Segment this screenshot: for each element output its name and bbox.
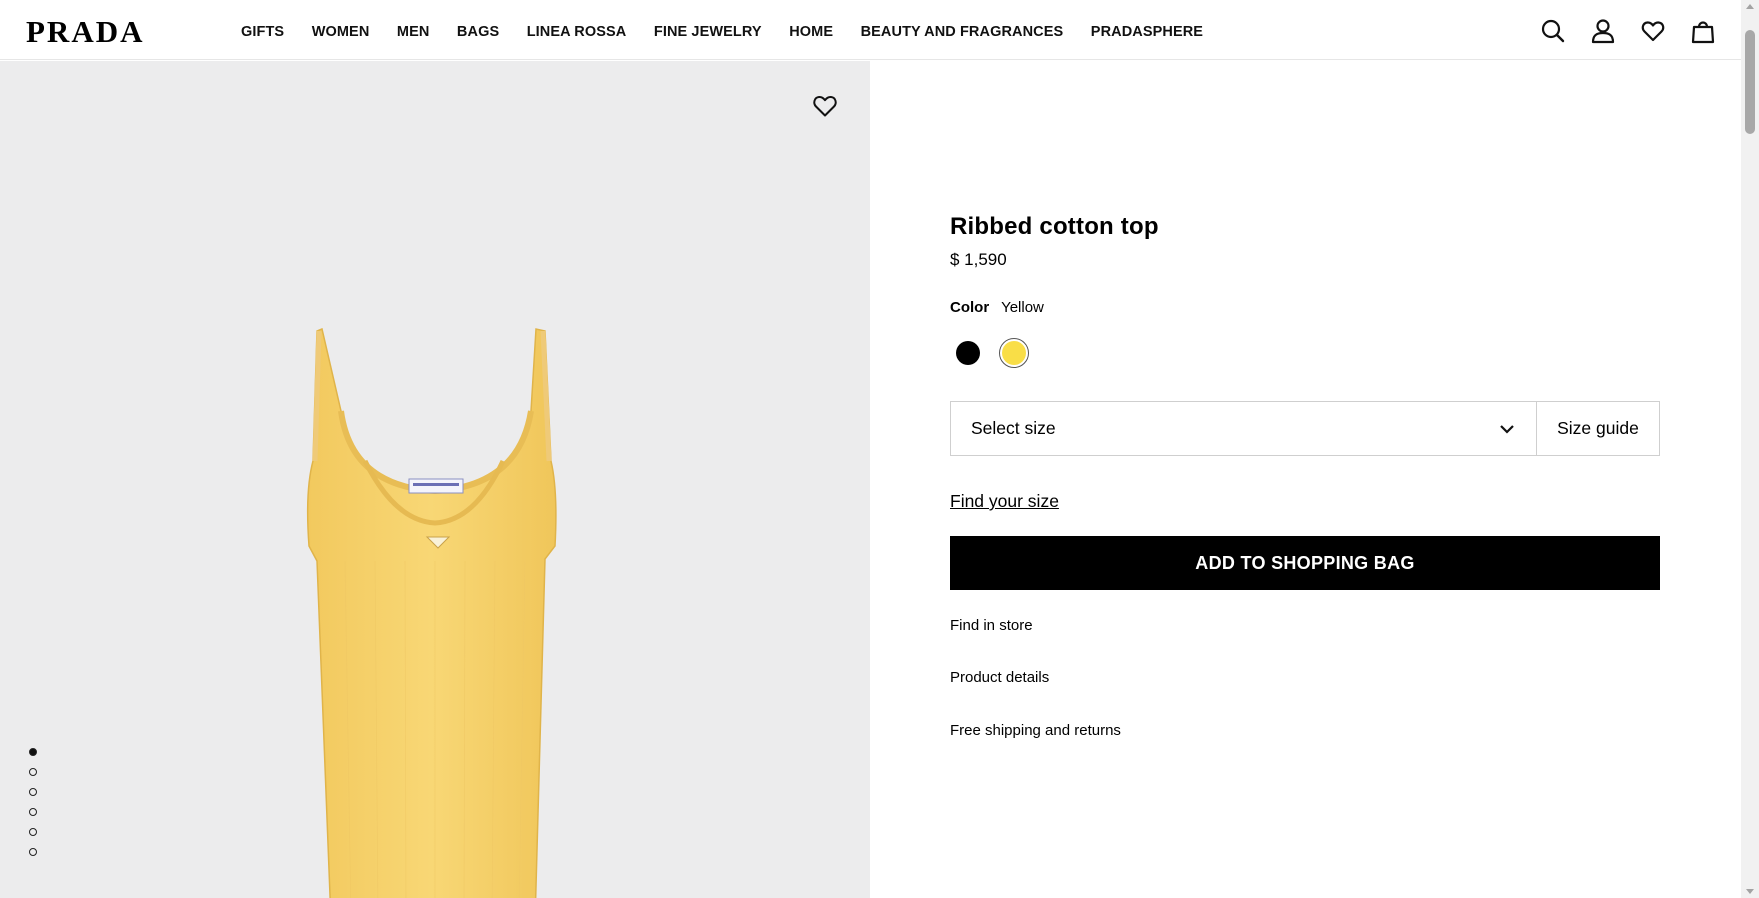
scroll-up-arrow[interactable]: [1746, 4, 1754, 9]
nav-item-pradasphere[interactable]: PRADASPHERE: [1091, 24, 1203, 41]
find-in-store-link[interactable]: Find in store: [950, 616, 1660, 636]
product-title: Ribbed cotton top: [950, 213, 1159, 240]
nav-item-fine-jewelry[interactable]: FINE JEWELRY: [654, 24, 762, 41]
nav-item-bags[interactable]: BAGS: [457, 24, 499, 41]
product-details-link[interactable]: Product details: [950, 668, 1660, 688]
add-to-bag-button[interactable]: ADD TO SHOPPING BAG: [950, 536, 1660, 590]
main-nav: GIFTS WOMEN MEN BAGS LINEA ROSSA FINE JE…: [241, 24, 1231, 41]
chevron-down-icon: [1500, 418, 1514, 439]
swatch-yellow[interactable]: [1002, 341, 1026, 365]
gallery-dot[interactable]: [29, 768, 37, 776]
swatch-yellow-selected[interactable]: [999, 338, 1029, 368]
scroll-down-arrow[interactable]: [1746, 889, 1754, 894]
color-row: Color Yellow: [950, 298, 1660, 318]
prada-logo[interactable]: PRADA: [26, 16, 145, 48]
find-your-size-link[interactable]: Find your size: [950, 490, 1059, 512]
scroll-thumb[interactable]: [1745, 30, 1755, 134]
color-value: Yellow: [1001, 299, 1044, 316]
color-swatches: [950, 338, 1660, 368]
gallery-pagination: [29, 748, 37, 856]
shopping-bag-icon[interactable]: [1691, 18, 1715, 44]
account-icon[interactable]: [1591, 18, 1615, 44]
header-actions: [1541, 18, 1715, 44]
product-details: Ribbed cotton top $ 1,590 Color Yellow S…: [950, 210, 1660, 741]
nav-item-home[interactable]: HOME: [789, 24, 833, 41]
gallery-dot[interactable]: [29, 748, 37, 756]
nav-item-linea-rossa[interactable]: LINEA ROSSA: [527, 24, 627, 41]
gallery-dot[interactable]: [29, 808, 37, 816]
wishlist-icon[interactable]: [1641, 18, 1665, 44]
nav-item-beauty-and-fragrances[interactable]: BEAUTY AND FRAGRANCES: [861, 24, 1064, 41]
page-scrollbar[interactable]: [1741, 0, 1759, 898]
product-gallery[interactable]: [0, 61, 870, 898]
product-image: [306, 327, 557, 898]
nav-item-gifts[interactable]: GIFTS: [241, 24, 284, 41]
color-label: Color: [950, 299, 990, 316]
gallery-dot[interactable]: [29, 788, 37, 796]
site-header: PRADA GIFTS WOMEN MEN BAGS LINEA ROSSA F…: [0, 0, 1741, 60]
gallery-dot[interactable]: [29, 828, 37, 836]
product-price: $ 1,590: [950, 250, 1007, 269]
nav-item-women[interactable]: WOMEN: [312, 24, 370, 41]
size-select[interactable]: Select size: [951, 402, 1537, 455]
nav-item-men[interactable]: MEN: [397, 24, 430, 41]
swatch-black[interactable]: [956, 341, 980, 365]
free-shipping-link[interactable]: Free shipping and returns: [950, 721, 1660, 741]
search-icon[interactable]: [1541, 18, 1565, 44]
add-to-wishlist-icon[interactable]: [812, 94, 838, 118]
size-guide-button[interactable]: Size guide: [1537, 402, 1659, 455]
gallery-dot[interactable]: [29, 848, 37, 856]
size-row: Select size Size guide: [950, 401, 1660, 456]
size-select-label: Select size: [971, 418, 1056, 438]
